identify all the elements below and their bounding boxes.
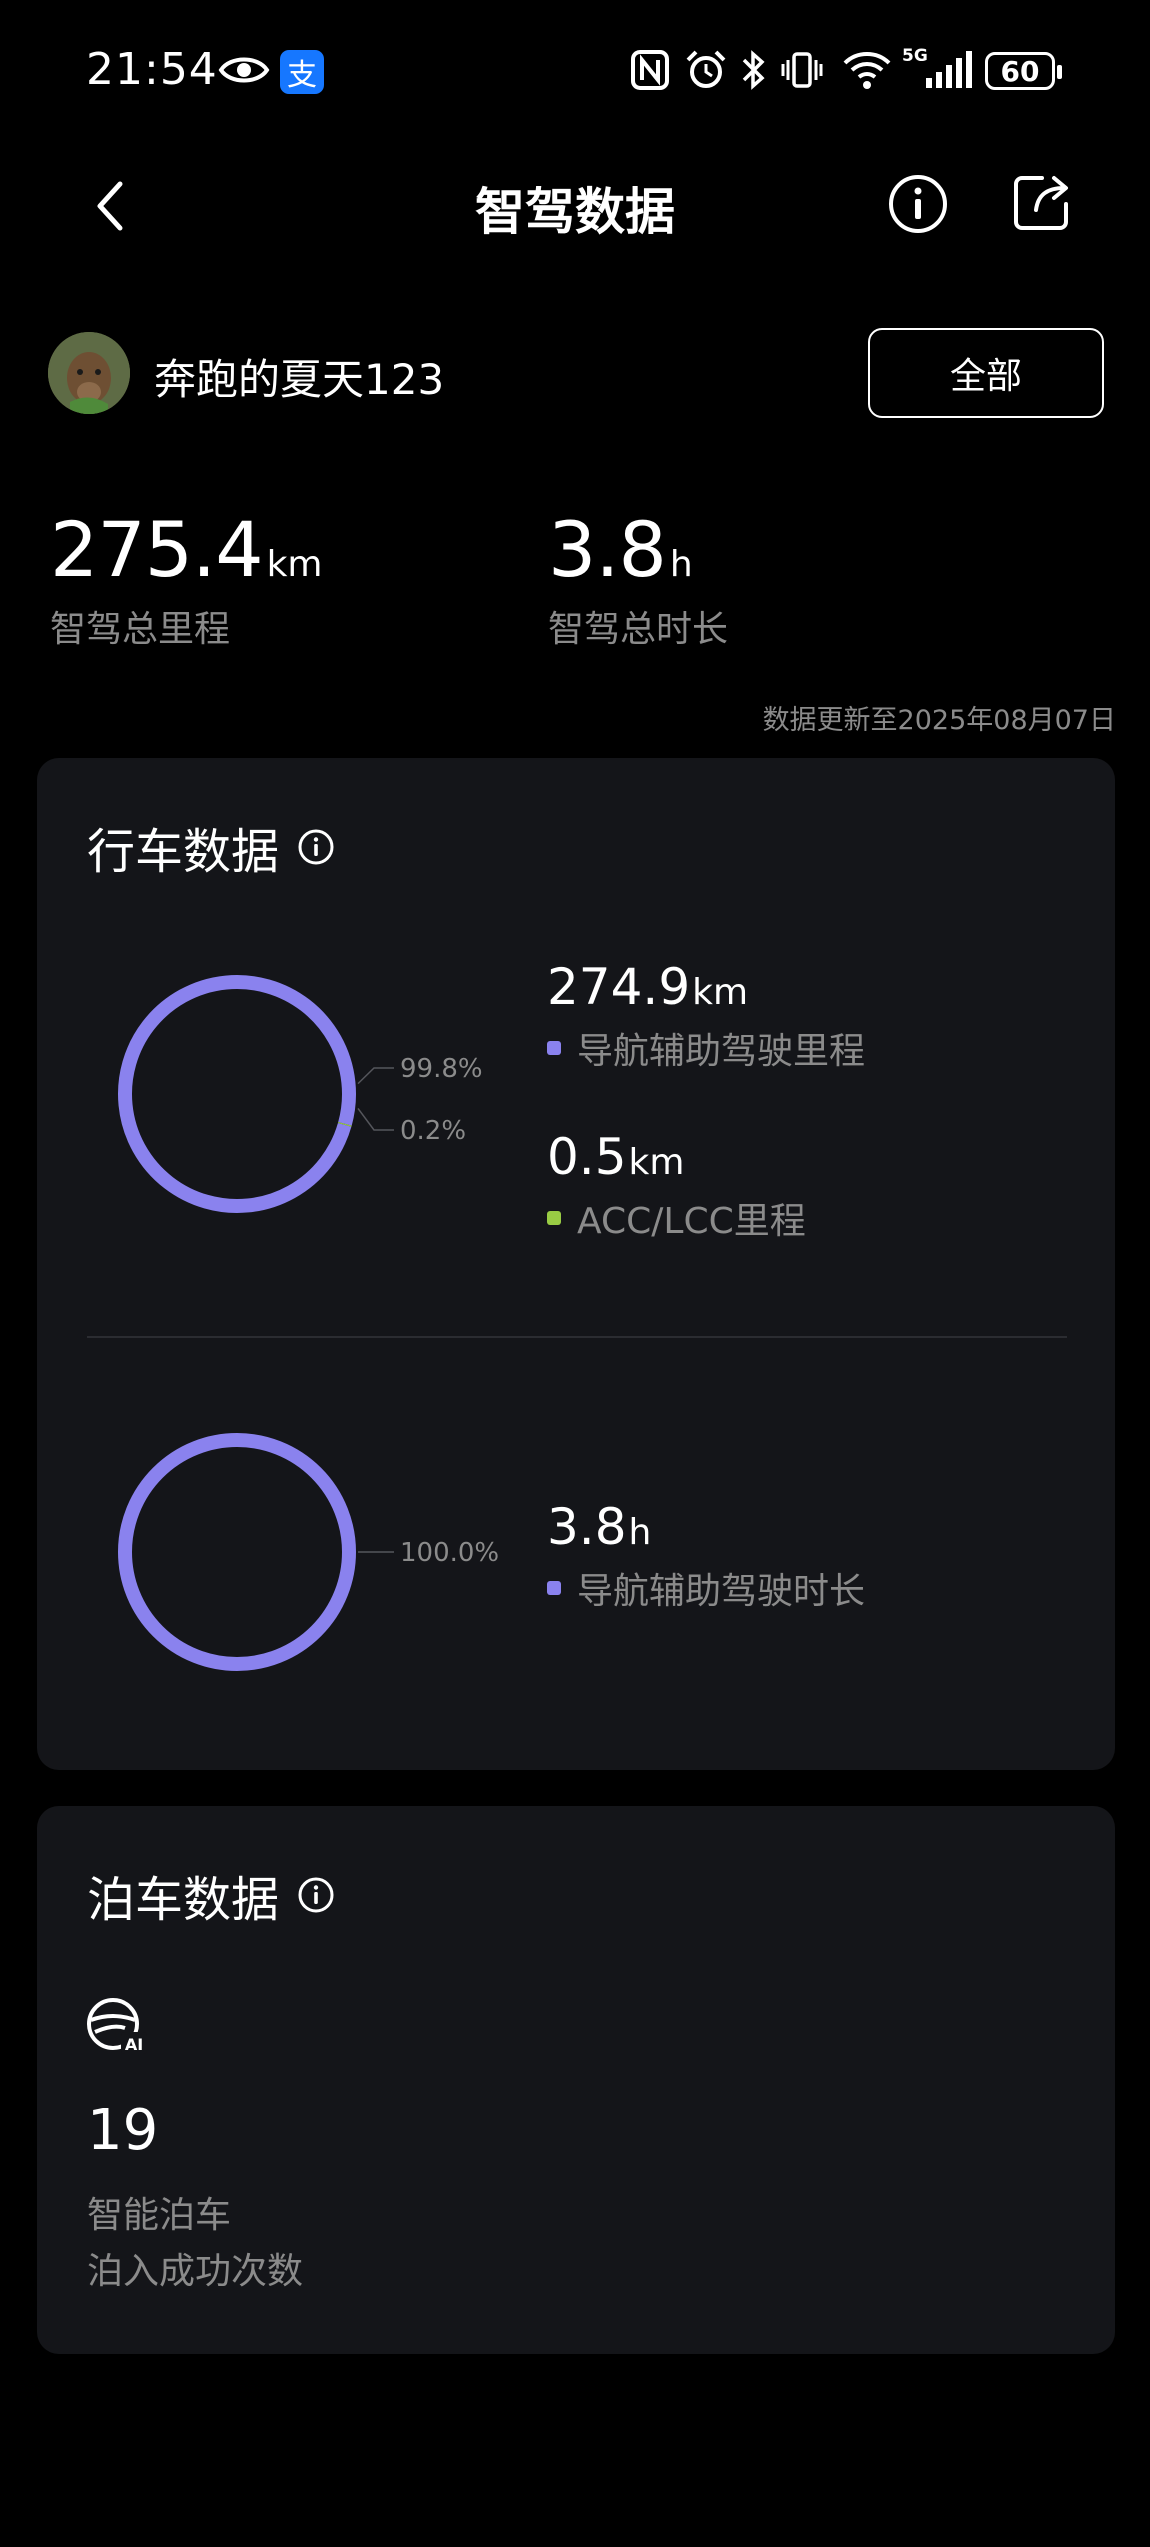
total-duration-value: 3.8 [548,505,667,594]
nav-distance-metric: 274.9km 导航辅助驾驶里程 [547,958,865,1074]
acc-distance-metric: 0.5km ACC/LCC里程 [547,1128,806,1244]
parking-data-card: 泊车数据 AI 19 智能泊车 泊入成功次数 [37,1806,1115,2354]
nav-duration-unit: h [628,1512,652,1553]
nav-distance-legend-dot [547,1041,561,1055]
steering-wheel-ai-icon: AI [87,1998,147,2054]
donut-percent-label-0: 100.0% [400,1538,499,1568]
alipay-icon: 支 [280,50,324,94]
total-duration-stat: 3.8 h 智驾总时长 [548,505,728,652]
avatar[interactable] [48,332,130,414]
status-bar: 21:54 支 5G 60 [0,0,1150,140]
acc-distance-legend-dot [547,1211,561,1225]
donut-percent-label-1: 0.2% [400,1116,466,1146]
username[interactable]: 奔跑的夏天123 [154,346,444,407]
data-update-note: 数据更新至2025年08月07日 [762,705,1116,736]
driving-title-text: 行车数据 [87,824,280,880]
total-distance-unit: km [266,544,323,585]
distance-donut-chart: 99.8% 0.2% [118,975,483,1213]
donut-percent-label-0: 99.8% [400,1054,483,1084]
nav-distance-value: 274.9 [547,958,691,1016]
eye-icon [218,57,270,83]
donut-leader-line-1 [357,1107,394,1131]
nav-duration-label: 导航辅助驾驶时长 [577,1571,866,1612]
nfc-icon [631,50,669,90]
parking-label-primary: 智能泊车 [87,2195,232,2236]
signal-icon [926,51,972,88]
parking-section-title: 泊车数据 [87,1860,335,1930]
avatar-image [48,332,130,414]
section-divider [87,1336,1067,1338]
driving-data-card: 行车数据 99.8% 0.2% 274.9km 导航辅助驾驶里程 0.5km AC… [37,758,1115,1770]
donut-segment-0 [118,1433,356,1671]
status-time: 21:54 [86,44,218,95]
parking-title-text: 泊车数据 [87,1872,280,1928]
nav-duration-value: 3.8 [547,1498,627,1556]
total-distance-value: 275.4 [50,505,264,594]
total-duration-label: 智驾总时长 [548,609,729,650]
total-duration-unit: h [669,544,693,585]
acc-distance-label: ACC/LCC里程 [577,1201,806,1242]
donut-segment-1 [118,975,356,1213]
vibrate-icon [781,52,823,88]
battery-icon: 60 [985,52,1062,90]
parking-info-icon[interactable] [297,1876,335,1914]
driving-info-icon[interactable] [297,828,335,866]
info-icon[interactable] [886,172,950,236]
parking-label-secondary: 泊入成功次数 [87,2251,304,2292]
acc-distance-unit: km [628,1142,685,1183]
wifi-icon [843,52,891,89]
ai-badge-text: AI [125,2035,143,2054]
nav-distance-unit: km [692,972,749,1013]
vehicle-filter-button[interactable]: 全部 [868,328,1104,418]
driving-section-title: 行车数据 [87,812,335,882]
donut-leader-line-0 [357,1067,394,1085]
nav-duration-metric: 3.8h 导航辅助驾驶时长 [547,1498,865,1614]
alarm-icon [686,50,726,88]
duration-donut-chart: 100.0% [118,1433,499,1671]
page-title: 智驾数据 [475,183,675,241]
nav-distance-label: 导航辅助驾驶里程 [577,1031,866,1072]
bluetooth-icon [742,50,765,90]
parking-count: 19 [87,2098,159,2163]
share-icon[interactable] [1010,170,1074,234]
total-distance-label: 智驾总里程 [50,609,231,650]
donut-segment-0 [118,975,356,1213]
acc-distance-value: 0.5 [547,1128,627,1186]
nav-duration-legend-dot [547,1581,561,1595]
total-distance-stat: 275.4 km 智驾总里程 [50,505,323,652]
top-nav-bar: 智驾数据 [0,150,1150,260]
